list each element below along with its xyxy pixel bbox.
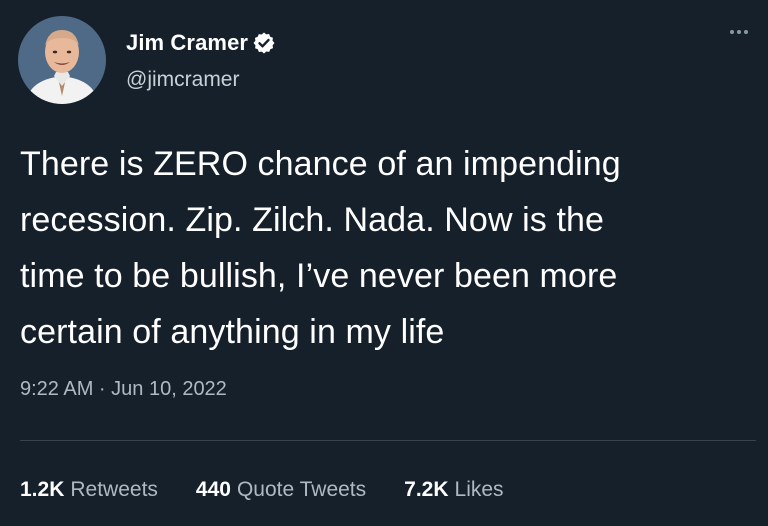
avatar-image (18, 16, 106, 104)
quote-tweets-label: Quote Tweets (236, 478, 367, 501)
display-name[interactable]: Jim Cramer (126, 30, 248, 56)
verified-badge-icon (252, 31, 276, 55)
avatar[interactable] (18, 16, 106, 104)
retweets-label: Retweets (70, 478, 158, 501)
more-options-icon[interactable] (730, 22, 748, 42)
more-dot (737, 30, 741, 34)
tweet-text: There is ZERO chance of an impending rec… (20, 145, 621, 351)
retweets-stat[interactable]: 1.2K Retweets (20, 478, 158, 502)
user-handle[interactable]: @jimcramer (126, 68, 239, 92)
likes-label: Likes (454, 478, 504, 501)
tweet-timestamp[interactable]: 9:22 AM · Jun 10, 2022 (20, 378, 227, 401)
likes-count: 7.2K (404, 478, 449, 501)
quote-tweets-count: 440 (195, 478, 231, 501)
more-dot (730, 30, 734, 34)
more-dot (744, 30, 748, 34)
quote-tweets-stat[interactable]: 440 Quote Tweets (196, 478, 366, 502)
name-row: Jim Cramer (126, 28, 276, 58)
retweets-count: 1.2K (20, 478, 65, 501)
divider (20, 440, 756, 441)
tweet-stats: 1.2K Retweets 440 Quote Tweets 7.2K Likes (20, 478, 542, 502)
likes-stat[interactable]: 7.2K Likes (404, 478, 503, 502)
tweet-card: Jim Cramer @jimcramer There is ZERO chan… (0, 0, 768, 526)
